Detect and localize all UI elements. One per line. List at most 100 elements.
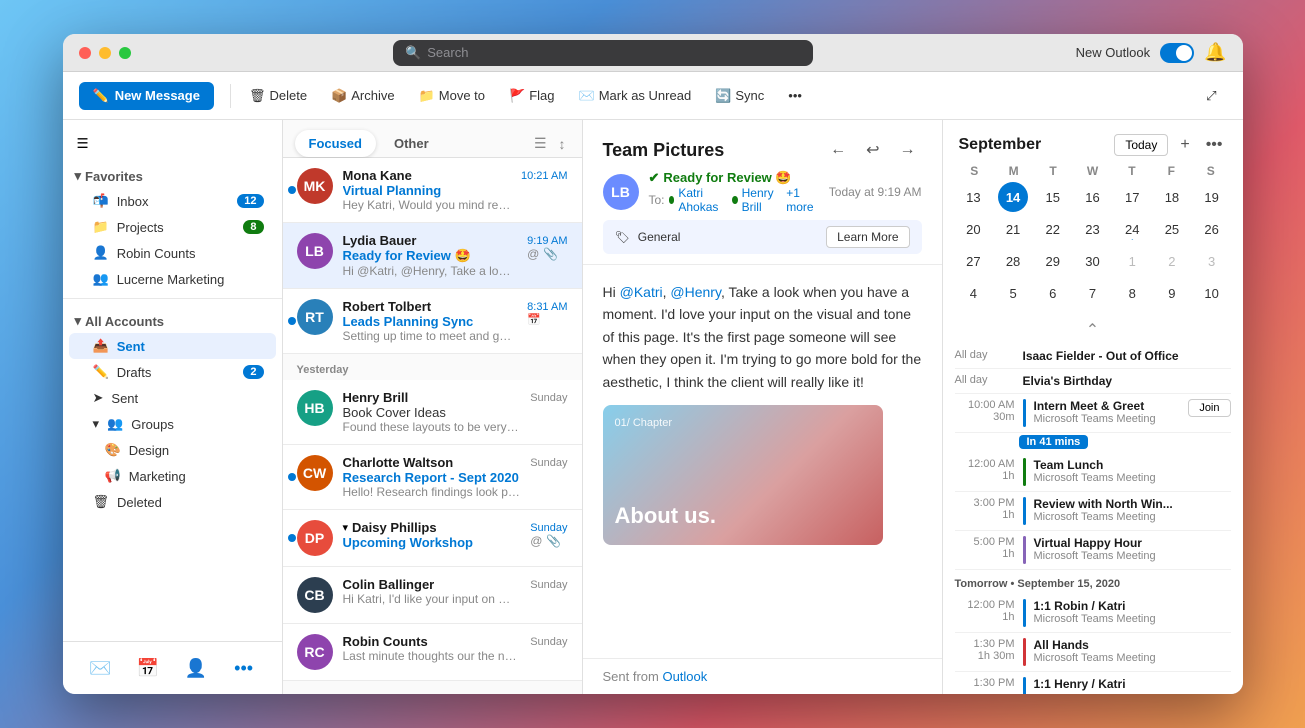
cal-expand-button[interactable]: ⌃: [943, 316, 1243, 344]
event-info: Virtual Happy Hour Microsoft Teams Meeti…: [1034, 536, 1231, 562]
cal-all-day-event: All day Isaac Fielder - Out of Office: [955, 344, 1231, 369]
calendar-nav-icon[interactable]: 📅: [132, 652, 164, 684]
archive-button[interactable]: 📦 Archive: [321, 84, 405, 108]
forward-button[interactable]: →: [894, 136, 922, 164]
cal-day[interactable]: 23: [1077, 214, 1107, 244]
more-nav-icon[interactable]: •••: [228, 652, 260, 684]
mail-nav-icon[interactable]: ✉️: [84, 652, 116, 684]
cal-day[interactable]: 4: [958, 278, 988, 308]
sidebar-item-drafts[interactable]: ✏️ Drafts 2: [69, 359, 276, 385]
sidebar-item-projects[interactable]: 📁 Projects 8: [69, 214, 276, 240]
hamburger-menu-button[interactable]: ☰: [69, 128, 97, 160]
cal-event-tomorrow: 12:00 PM 1h 1:1 Robin / Katri Microsoft …: [955, 594, 1231, 633]
event-time: 1:30 PM: [955, 677, 1015, 689]
notifications-icon[interactable]: 🔔: [1204, 42, 1226, 63]
sender-name: Robert Tolbert: [343, 299, 518, 314]
back-button[interactable]: ←: [824, 136, 852, 164]
cal-day-today[interactable]: 14: [998, 182, 1028, 212]
in-mins-badge: In 41 mins: [1019, 435, 1089, 449]
message-item[interactable]: MK Mona Kane Virtual Planning Hey Katri,…: [283, 158, 582, 223]
sidebar-item-lucerne[interactable]: 👥 Lucerne Marketing: [69, 266, 276, 292]
sidebar-item-deleted[interactable]: 🗑 Deleted: [69, 489, 276, 515]
tab-focused[interactable]: Focused: [295, 130, 376, 157]
sender-name: Mona Kane: [343, 168, 512, 183]
learn-more-button[interactable]: Learn More: [826, 226, 909, 248]
more-toolbar-button[interactable]: •••: [778, 84, 812, 107]
move-to-button[interactable]: 📁 Move to: [409, 84, 495, 108]
sidebar-item-inbox[interactable]: 📬 Inbox 12: [69, 188, 276, 214]
folder-icon: 📁: [93, 219, 109, 235]
sort-button[interactable]: ↕: [555, 133, 570, 154]
sidebar-item-robin[interactable]: 👤 Robin Counts: [69, 240, 276, 266]
cal-day[interactable]: 9: [1157, 278, 1187, 308]
outlook-link[interactable]: Outlook: [662, 669, 707, 684]
cal-day[interactable]: 28: [998, 246, 1028, 276]
mark-unread-button[interactable]: ✉️ Mark as Unread: [569, 84, 702, 108]
join-button[interactable]: Join: [1188, 399, 1230, 417]
message-time: Sunday: [530, 392, 567, 404]
cal-day[interactable]: 8: [1117, 278, 1147, 308]
cal-day[interactable]: 6: [1038, 278, 1068, 308]
minimize-button[interactable]: [99, 47, 111, 59]
message-item[interactable]: HB Henry Brill Book Cover Ideas Found th…: [283, 380, 582, 445]
sidebar-item-sent[interactable]: 📤 Sent: [69, 333, 276, 359]
people-nav-icon[interactable]: 👤: [180, 652, 212, 684]
maximize-button[interactable]: [119, 47, 131, 59]
message-item[interactable]: LB Lydia Bauer Ready for Review 🤩 Hi @Ka…: [283, 223, 582, 289]
delete-button[interactable]: 🗑 Delete: [239, 84, 317, 108]
cal-day[interactable]: 18: [1157, 182, 1187, 212]
cal-day[interactable]: 26: [1197, 214, 1227, 244]
message-item[interactable]: DP ▾ Daisy Phillips Upcoming Workshop Su…: [283, 510, 582, 567]
cal-day[interactable]: 1: [1117, 246, 1147, 276]
cal-day[interactable]: 13: [958, 182, 988, 212]
cal-day[interactable]: 15: [1038, 182, 1068, 212]
cal-day[interactable]: 19: [1197, 182, 1227, 212]
tab-other[interactable]: Other: [380, 130, 443, 157]
cal-day[interactable]: 7: [1077, 278, 1107, 308]
sidebar-bottom: ✉️ 📅 👤 •••: [63, 641, 282, 694]
message-item[interactable]: CB Colin Ballinger Hi Katri, I'd like yo…: [283, 567, 582, 624]
message-item[interactable]: RC Robin Counts Last minute thoughts our…: [283, 624, 582, 681]
sync-button[interactable]: 🔄 Sync: [705, 84, 774, 108]
message-item[interactable]: CW Charlotte Waltson Research Report - S…: [283, 445, 582, 510]
event-info: All Hands Microsoft Teams Meeting: [1034, 638, 1231, 664]
attachment-icon2: 📎: [546, 534, 561, 548]
cal-day[interactable]: 29: [1038, 246, 1068, 276]
cal-day[interactable]: 20: [958, 214, 988, 244]
tag-icon: 🏷: [615, 230, 630, 244]
new-message-button[interactable]: ✏️ New Message: [79, 82, 214, 110]
cal-day[interactable]: 27: [958, 246, 988, 276]
cal-day[interactable]: 25: [1157, 214, 1187, 244]
message-tabs: Focused Other ☰ ↕: [283, 120, 582, 158]
calendar-more-button[interactable]: •••: [1202, 134, 1227, 156]
cal-day[interactable]: 30: [1077, 246, 1107, 276]
cal-day[interactable]: 16: [1077, 182, 1107, 212]
close-button[interactable]: [79, 47, 91, 59]
filter-button[interactable]: ☰: [530, 133, 551, 154]
expand-button[interactable]: ⤢: [1196, 84, 1226, 108]
cal-day[interactable]: 5: [998, 278, 1028, 308]
cal-day[interactable]: 3: [1197, 246, 1227, 276]
cal-day[interactable]: 22: [1038, 214, 1068, 244]
avatar: CB: [297, 577, 333, 613]
cal-day[interactable]: 10: [1197, 278, 1227, 308]
today-button[interactable]: Today: [1114, 134, 1168, 156]
sidebar-item-design[interactable]: 🎨 Design: [69, 437, 276, 463]
add-event-button[interactable]: +: [1176, 134, 1193, 156]
search-bar[interactable]: 🔍 Search: [393, 40, 813, 66]
event-subtitle: Microsoft Teams Meeting: [1034, 613, 1231, 625]
event-info: Intern Meet & Greet Microsoft Teams Meet…: [1034, 399, 1181, 425]
cal-day[interactable]: 17: [1117, 182, 1147, 212]
sidebar-item-marketing[interactable]: 📢 Marketing: [69, 463, 276, 489]
sidebar-item-sent2[interactable]: ➤ Sent: [69, 385, 276, 411]
message-item[interactable]: RT Robert Tolbert Leads Planning Sync Se…: [283, 289, 582, 354]
reply-button[interactable]: ↩: [860, 136, 885, 164]
from-details: ✔ Ready for Review 🤩 To: Katri Ahokas He…: [649, 170, 819, 214]
sidebar-item-groups[interactable]: ▾ 👥 Groups: [69, 411, 276, 437]
cal-day[interactable]: 21: [998, 214, 1028, 244]
new-outlook-toggle[interactable]: [1160, 43, 1194, 63]
cal-day[interactable]: 24·: [1117, 214, 1147, 244]
flag-button[interactable]: 🚩 Flag: [499, 84, 564, 108]
cal-day[interactable]: 2: [1157, 246, 1187, 276]
message-meta: ▾ Daisy Phillips Upcoming Workshop: [343, 520, 521, 550]
